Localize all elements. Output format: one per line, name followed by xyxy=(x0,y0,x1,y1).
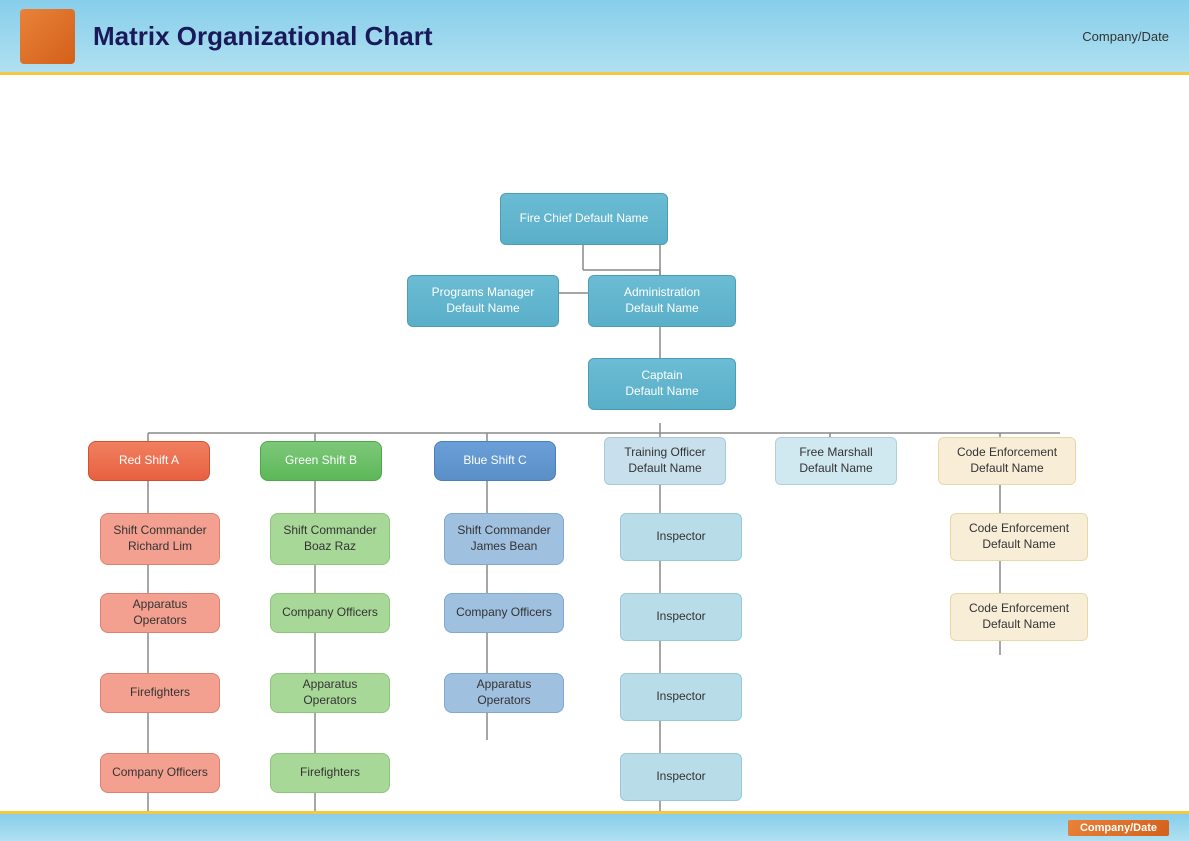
red-shift-box: Red Shift A xyxy=(88,441,210,481)
org-chart: Fire Chief Default Name Programs Manager… xyxy=(0,75,1189,811)
red-company-label: Company Officers xyxy=(112,765,208,781)
page-title: Matrix Organizational Chart xyxy=(93,21,433,52)
green-commander-label: Shift CommanderBoaz Raz xyxy=(283,523,376,554)
red-firefighters-label: Firefighters xyxy=(130,685,190,701)
green-shift-box: Green Shift B xyxy=(260,441,382,481)
green-apparatus-box: Apparatus Operators xyxy=(270,673,390,713)
red-commander-box: Shift CommanderRichard Lim xyxy=(100,513,220,565)
programs-manager-label: Programs ManagerDefault Name xyxy=(432,285,535,316)
inspector1-box: Inspector xyxy=(620,513,742,561)
captain-box: CaptainDefault Name xyxy=(588,358,736,410)
code-enforcement-top-label: Code EnforcementDefault Name xyxy=(957,445,1057,476)
blue-company-label: Company Officers xyxy=(456,605,552,621)
red-commander-label: Shift CommanderRichard Lim xyxy=(113,523,206,554)
red-shift-label: Red Shift A xyxy=(119,453,179,469)
blue-apparatus-box: Apparatus Operators xyxy=(444,673,564,713)
blue-apparatus-label: Apparatus Operators xyxy=(453,677,555,708)
green-commander-box: Shift CommanderBoaz Raz xyxy=(270,513,390,565)
red-firefighters-box: Firefighters xyxy=(100,673,220,713)
inspector3-label: Inspector xyxy=(656,689,705,705)
blue-company-box: Company Officers xyxy=(444,593,564,633)
header-company-date: Company/Date xyxy=(1082,29,1169,44)
training-officer-label: Training OfficerDefault Name xyxy=(624,445,705,476)
code-sub1-box: Code EnforcementDefault Name xyxy=(950,513,1088,561)
green-shift-label: Green Shift B xyxy=(285,453,357,469)
code-sub1-label: Code EnforcementDefault Name xyxy=(969,521,1069,552)
inspector1-label: Inspector xyxy=(656,529,705,545)
inspector4-label: Inspector xyxy=(656,769,705,785)
footer-badge: Company/Date xyxy=(1068,820,1169,836)
code-sub2-label: Code EnforcementDefault Name xyxy=(969,601,1069,632)
red-company-box: Company Officers xyxy=(100,753,220,793)
header: Matrix Organizational Chart Company/Date xyxy=(0,0,1189,75)
inspector4-box: Inspector xyxy=(620,753,742,801)
code-sub2-box: Code EnforcementDefault Name xyxy=(950,593,1088,641)
green-company-box: Company Officers xyxy=(270,593,390,633)
blue-shift-label: Blue Shift C xyxy=(463,453,526,469)
green-apparatus-label: Apparatus Operators xyxy=(279,677,381,708)
footer: Company/Date xyxy=(0,811,1189,841)
inspector2-box: Inspector xyxy=(620,593,742,641)
fire-chief-label: Fire Chief Default Name xyxy=(520,211,649,227)
programs-manager-box: Programs ManagerDefault Name xyxy=(407,275,559,327)
free-marshall-label: Free MarshallDefault Name xyxy=(799,445,872,476)
inspector3-box: Inspector xyxy=(620,673,742,721)
administration-label: AdministrationDefault Name xyxy=(624,285,700,316)
administration-box: AdministrationDefault Name xyxy=(588,275,736,327)
blue-commander-box: Shift CommanderJames Bean xyxy=(444,513,564,565)
inspector2-label: Inspector xyxy=(656,609,705,625)
red-apparatus-label: Apparatus Operators xyxy=(109,597,211,628)
blue-commander-label: Shift CommanderJames Bean xyxy=(457,523,550,554)
training-officer-box: Training OfficerDefault Name xyxy=(604,437,726,485)
red-apparatus-box: Apparatus Operators xyxy=(100,593,220,633)
green-firefighters-box: Firefighters xyxy=(270,753,390,793)
blue-shift-box: Blue Shift C xyxy=(434,441,556,481)
captain-label: CaptainDefault Name xyxy=(625,368,698,399)
main-content: Fire Chief Default Name Programs Manager… xyxy=(0,75,1189,811)
free-marshall-box: Free MarshallDefault Name xyxy=(775,437,897,485)
header-logo xyxy=(20,9,75,64)
fire-chief-box: Fire Chief Default Name xyxy=(500,193,668,245)
code-enforcement-top-box: Code EnforcementDefault Name xyxy=(938,437,1076,485)
green-firefighters-label: Firefighters xyxy=(300,765,360,781)
green-company-label: Company Officers xyxy=(282,605,378,621)
